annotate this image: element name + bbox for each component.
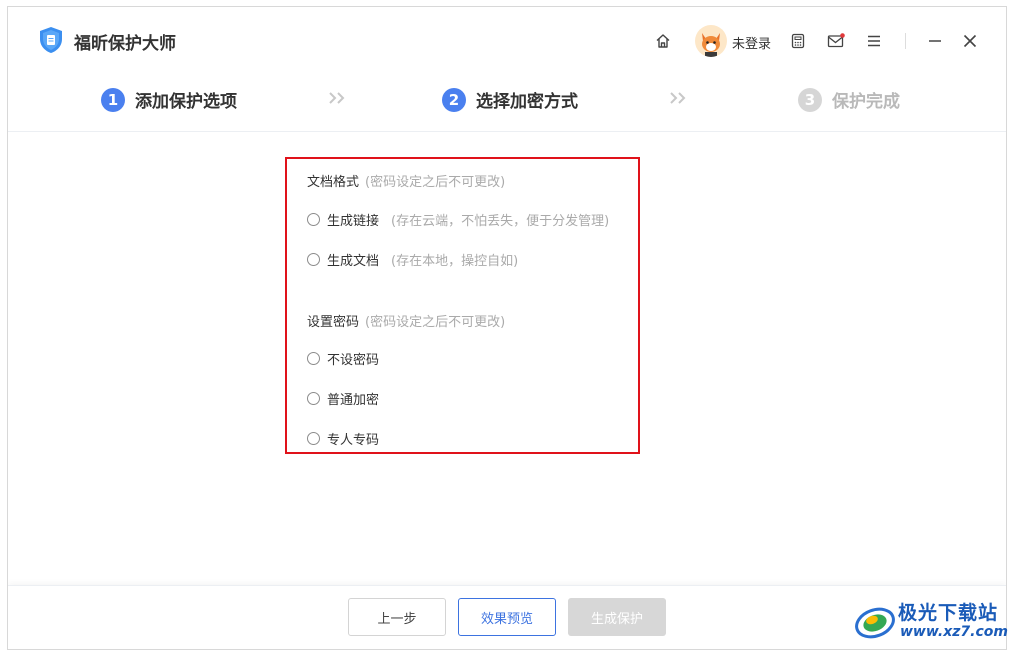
radio-button[interactable]: [307, 253, 320, 266]
password-section-title: 设置密码 (密码设定之后不可更改): [307, 311, 505, 330]
section-hint: (密码设定之后不可更改): [365, 315, 506, 330]
option-generate-link[interactable]: 生成链接 (存在云端，不怕丢失，便于分发管理): [307, 210, 609, 229]
avatar[interactable]: [695, 25, 727, 57]
step-label: 选择加密方式: [476, 92, 578, 112]
calculator-icon[interactable]: [788, 31, 808, 51]
app-title: 福昕保护大师: [74, 34, 176, 54]
option-no-password[interactable]: 不设密码: [307, 349, 379, 368]
minimize-icon[interactable]: [925, 31, 945, 51]
option-hint: (存在本地，操控自如): [391, 254, 519, 269]
option-hint: (存在云端，不怕丢失，便于分发管理): [391, 214, 610, 229]
step-number: 3: [798, 87, 822, 112]
option-generate-document[interactable]: 生成文档 (存在本地，操控自如): [307, 250, 518, 269]
option-personal-code[interactable]: 专人专码: [307, 429, 379, 448]
watermark-title: 极光下载站: [898, 602, 999, 624]
app-window: 福昕保护大师 未登录 1 添加保护选项 2 选择加密方式 3 保护完成 文档格式…: [7, 6, 1007, 650]
shield-logo-icon: [40, 27, 62, 53]
previous-step-button[interactable]: 上一步: [348, 598, 446, 636]
option-label: 生成文档: [327, 254, 380, 269]
preview-button[interactable]: 效果预览: [458, 598, 556, 636]
watermark-url: www.xz7.com: [900, 624, 1008, 640]
option-normal-encryption[interactable]: 普通加密: [307, 389, 379, 408]
close-icon[interactable]: [960, 31, 980, 51]
radio-button[interactable]: [307, 432, 320, 445]
double-chevron-icon: [670, 92, 686, 104]
step-number: 1: [101, 87, 125, 112]
option-label: 生成链接: [327, 214, 380, 229]
step-indicator: 1 添加保护选项 2 选择加密方式 3 保护完成: [8, 71, 1006, 132]
encryption-options-panel: 文档格式 (密码设定之后不可更改) 生成链接 (存在云端，不怕丢失，便于分发管理)…: [285, 157, 640, 454]
watermark: 极光下载站 www.xz7.com: [852, 598, 1008, 648]
step-label: 添加保护选项: [135, 92, 237, 112]
menu-icon[interactable]: [864, 31, 884, 51]
title-bar: 福昕保护大师 未登录: [8, 7, 1006, 71]
double-chevron-icon: [329, 92, 345, 104]
section-hint: (密码设定之后不可更改): [365, 175, 506, 190]
step-3: 3 保护完成: [798, 87, 900, 112]
generate-protection-button[interactable]: 生成保护: [568, 598, 666, 636]
step-number: 2: [442, 87, 466, 112]
title-divider: [905, 33, 906, 49]
mail-icon[interactable]: [826, 31, 846, 51]
step-1: 1 添加保护选项: [101, 87, 237, 112]
option-label: 普通加密: [327, 393, 380, 408]
radio-button[interactable]: [307, 352, 320, 365]
option-label: 不设密码: [327, 353, 380, 368]
step-label: 保护完成: [832, 92, 900, 112]
home-icon[interactable]: [653, 31, 673, 51]
section-title-text: 文档格式: [307, 175, 360, 190]
watermark-logo-icon: [855, 607, 895, 639]
section-title-text: 设置密码: [307, 315, 360, 330]
radio-button[interactable]: [307, 213, 320, 226]
step-2: 2 选择加密方式: [442, 87, 578, 112]
radio-button[interactable]: [307, 392, 320, 405]
login-status[interactable]: 未登录: [732, 33, 771, 52]
option-label: 专人专码: [327, 433, 380, 448]
format-section-title: 文档格式 (密码设定之后不可更改): [307, 171, 505, 190]
